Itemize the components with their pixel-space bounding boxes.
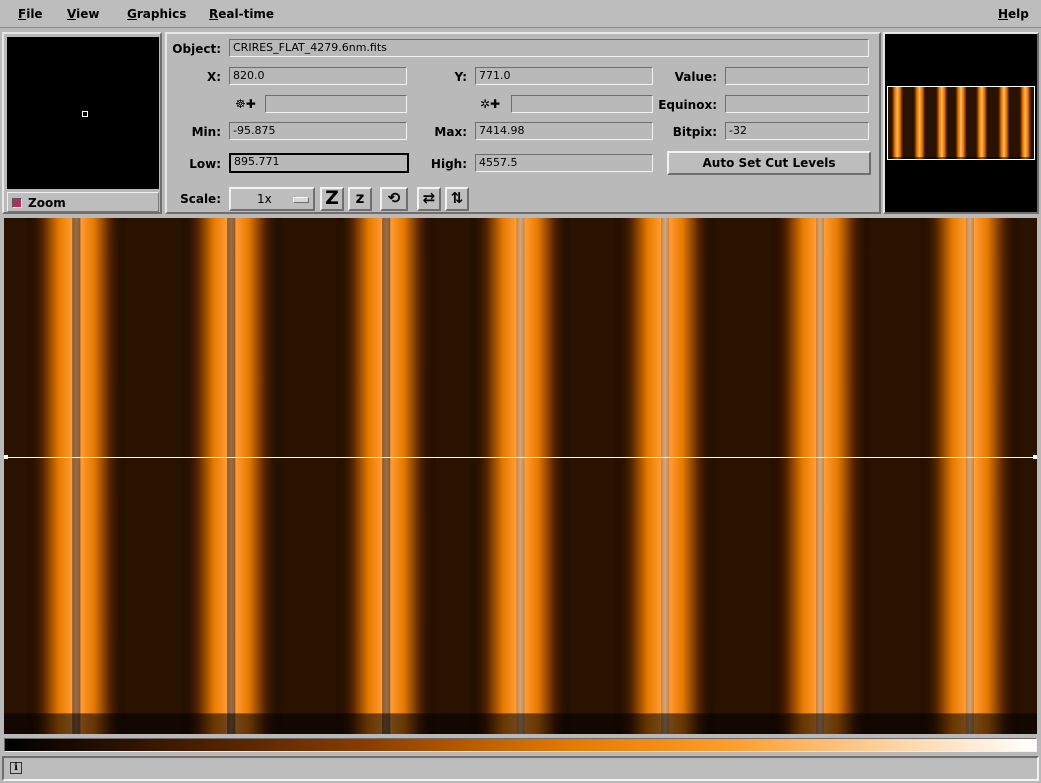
zoom-in-icon: Z	[325, 187, 339, 209]
stripe-dark-gap	[382, 218, 391, 734]
stripe-dark-gap	[660, 218, 670, 734]
pan-view-box[interactable]	[887, 86, 1035, 160]
low-label: Low:	[189, 157, 221, 171]
scale-select[interactable]: 1x	[229, 187, 315, 211]
zoom-toggle[interactable]: Zoom	[7, 192, 159, 212]
zoom-out-button[interactable]: z	[348, 187, 372, 211]
menu-view[interactable]: View	[67, 7, 99, 21]
equinox-label: Equinox:	[658, 98, 717, 112]
flat-field-image	[4, 218, 1037, 734]
min-label: Min:	[191, 125, 221, 139]
high-field[interactable]: 4557.5	[475, 154, 653, 172]
zoom-checkbox-icon[interactable]	[12, 198, 22, 208]
bitpix-field[interactable]: -32	[725, 122, 869, 140]
y-field[interactable]: 771.0	[475, 67, 653, 85]
ra-field[interactable]	[265, 95, 407, 113]
cursor-line-left-handle	[4, 455, 8, 459]
rotate-icon: ⟲	[387, 189, 401, 207]
image-bottom-edge	[4, 713, 1037, 734]
menu-bar: File View Graphics Real-time Help	[0, 0, 1041, 28]
cursor-horizontal-line	[4, 457, 1037, 458]
option-menu-indicator-icon	[293, 197, 309, 203]
min-field[interactable]: -95.875	[229, 122, 407, 140]
equinox-field[interactable]	[725, 95, 869, 113]
main-image-canvas[interactable]	[4, 218, 1037, 734]
zoom-out-icon: z	[355, 189, 365, 207]
y-label: Y:	[454, 70, 467, 84]
bitpix-label: Bitpix:	[672, 125, 717, 139]
stripe-dark-gap	[72, 218, 81, 734]
value-label: Value:	[674, 70, 717, 84]
rotate-button[interactable]: ⟲	[380, 187, 408, 211]
info-panel: Object: CRIRES_FLAT_4279.6nm.fits X: 820…	[165, 32, 881, 214]
flip-y-button[interactable]: ⇅	[445, 187, 469, 211]
pan-thumbnail[interactable]	[887, 86, 1035, 160]
dec-symbol-icon: ✲✚	[480, 97, 501, 111]
object-field[interactable]: CRIRES_FLAT_4279.6nm.fits	[229, 39, 869, 57]
menu-realtime[interactable]: Real-time	[209, 7, 274, 21]
ra-symbol-icon: ☸✚	[235, 97, 256, 111]
object-label: Object:	[172, 42, 221, 56]
max-field[interactable]: 7414.98	[475, 122, 653, 140]
flip-x-icon: ⇄	[422, 189, 436, 207]
colorbar[interactable]	[4, 738, 1037, 752]
menu-graphics[interactable]: Graphics	[127, 7, 186, 21]
zoom-panel: Zoom	[2, 32, 162, 214]
x-field[interactable]: 820.0	[229, 67, 407, 85]
zoom-in-button[interactable]: Z	[320, 187, 344, 211]
scale-label: Scale:	[180, 192, 221, 206]
zoom-label: Zoom	[28, 196, 66, 210]
menu-file[interactable]: File	[18, 7, 43, 21]
auto-set-cut-levels-button[interactable]: Auto Set Cut Levels	[667, 151, 871, 175]
menu-help[interactable]: Help	[998, 7, 1029, 21]
status-bar: i	[2, 756, 1039, 781]
high-label: High:	[430, 157, 467, 171]
scale-value: 1x	[257, 192, 272, 206]
cursor-line-right-handle	[1033, 455, 1037, 459]
value-field[interactable]	[725, 67, 869, 85]
max-label: Max:	[434, 125, 467, 139]
flip-y-icon: ⇅	[450, 189, 464, 207]
stripe-dark-gap	[815, 218, 825, 734]
stripe-dark-gap	[227, 218, 236, 734]
zoom-view[interactable]	[7, 37, 159, 189]
low-field[interactable]: 895.771	[229, 153, 409, 173]
zoom-cursor-marker	[82, 111, 88, 117]
x-label: X:	[206, 70, 221, 84]
stripe-dark-gap	[516, 218, 525, 734]
dec-field[interactable]	[511, 95, 653, 113]
info-icon: i	[10, 762, 22, 774]
flip-x-button[interactable]: ⇄	[417, 187, 441, 211]
pan-panel	[883, 32, 1039, 214]
stripe-dark-gap	[965, 218, 974, 734]
